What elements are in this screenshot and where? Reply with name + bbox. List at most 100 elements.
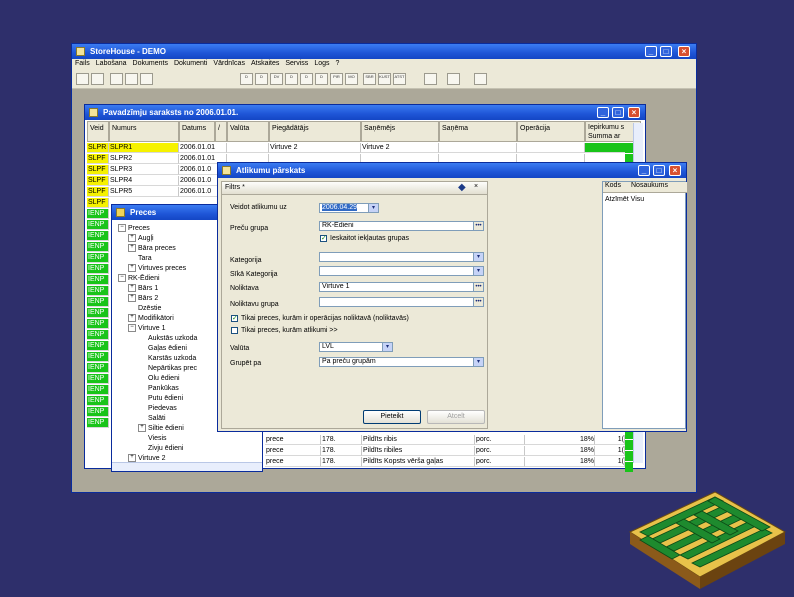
- row-type-cell[interactable]: IENP: [87, 341, 109, 351]
- tree-item[interactable]: Viesis: [138, 434, 167, 443]
- cancel-button[interactable]: Atcelt: [427, 410, 485, 424]
- row-type-cell[interactable]: IENP: [87, 231, 109, 241]
- close-button[interactable]: ×: [678, 46, 690, 57]
- toolbar-button-b[interactable]: [447, 73, 460, 85]
- row-type-cell[interactable]: IENP: [87, 308, 109, 318]
- item-cell[interactable]: Pildīts ribis: [362, 435, 475, 445]
- toolbar-button-1[interactable]: [76, 73, 89, 85]
- row-type-cell[interactable]: SLPF: [87, 198, 109, 208]
- item-cell[interactable]: 1(: [595, 446, 625, 456]
- list-maximize-button[interactable]: □: [612, 107, 624, 118]
- subcategory-field[interactable]: ▾: [319, 266, 484, 276]
- dialog-close-button[interactable]: ×: [669, 165, 681, 176]
- item-cell[interactable]: 1(: [595, 457, 625, 467]
- ellipsis-icon[interactable]: •••: [473, 283, 483, 291]
- tree-item[interactable]: Aukstās uzkoda: [138, 334, 197, 343]
- date-field[interactable]: 2006.04.29 ▾: [319, 203, 379, 213]
- row-type-cell[interactable]: IENP: [87, 220, 109, 230]
- toolbar-doc-button-d5[interactable]: D: [315, 73, 328, 85]
- table-cell[interactable]: SLPR5: [109, 187, 179, 197]
- row-type-cell[interactable]: IENP: [87, 275, 109, 285]
- col-header-veid[interactable]: Veid: [87, 121, 109, 142]
- row-type-cell[interactable]: IENP: [87, 286, 109, 296]
- tree-item[interactable]: Nepārtikas prec: [138, 364, 197, 373]
- toolbar-button-c[interactable]: [474, 73, 487, 85]
- main-title-bar[interactable]: StoreHouse - DEMO: [72, 44, 696, 59]
- tree-item[interactable]: Piedevas: [138, 404, 177, 413]
- tree-item[interactable]: Karstās uzkoda: [138, 354, 196, 363]
- col-header-sanema[interactable]: Saņēma: [439, 121, 517, 142]
- menu-item-help[interactable]: ?: [333, 59, 343, 67]
- table-cell[interactable]: [227, 143, 269, 153]
- tree-item[interactable]: Putu ēdieni: [138, 394, 183, 403]
- row-type-cell[interactable]: IENP: [87, 297, 109, 307]
- expand-icon[interactable]: +: [128, 294, 136, 303]
- expand-icon[interactable]: +: [128, 234, 136, 243]
- col-header-sort[interactable]: /: [215, 121, 227, 142]
- item-cell[interactable]: 178.: [321, 457, 362, 467]
- row-type-cell[interactable]: IENP: [87, 418, 109, 428]
- currency-field[interactable]: LVL ▾: [319, 342, 393, 352]
- toolbar-kust-button[interactable]: KUST: [378, 73, 391, 85]
- tree-item[interactable]: + Bārs 2: [128, 294, 158, 303]
- table-cell[interactable]: [517, 143, 585, 153]
- table-cell[interactable]: SLPR4: [109, 176, 179, 186]
- tree-item[interactable]: − Virtuve 1: [128, 324, 166, 333]
- filter-diamond-icon[interactable]: ◆: [458, 182, 466, 193]
- include-sub-checkbox[interactable]: ✓: [320, 235, 327, 242]
- maximize-button[interactable]: □: [660, 46, 672, 57]
- apply-button[interactable]: Pieteikt: [363, 410, 421, 424]
- menu-item-dokuments[interactable]: Dokuments: [130, 59, 171, 67]
- tree-item[interactable]: + Modifikātori: [128, 314, 174, 323]
- col-header-numurs[interactable]: Numurs: [109, 121, 179, 142]
- toolbar-doc-button-d2[interactable]: D: [255, 73, 268, 85]
- row-type-cell[interactable]: IENP: [87, 319, 109, 329]
- toolbar-doc-button-d3[interactable]: D: [285, 73, 298, 85]
- menu-item-atskaites[interactable]: Atskaites: [248, 59, 282, 67]
- table-cell[interactable]: 2006.01.01: [179, 143, 227, 153]
- tree-item[interactable]: Tara: [128, 254, 152, 263]
- item-cell[interactable]: Pildīts ribiles: [362, 446, 475, 456]
- tree-item[interactable]: + Siltie ēdieni: [138, 424, 184, 433]
- row-type-cell[interactable]: IENP: [87, 242, 109, 252]
- tree-item[interactable]: − Preces: [118, 224, 150, 233]
- menu-item-vardnicas[interactable]: Vārdnīcas: [210, 59, 248, 67]
- toolbar-doc-button-dv[interactable]: DV: [270, 73, 283, 85]
- row-type-cell[interactable]: IENP: [87, 352, 109, 362]
- collapse-icon[interactable]: −: [118, 224, 126, 233]
- menu-item-labosana[interactable]: Labošana: [93, 59, 130, 67]
- tree-item[interactable]: Gaļas ēdieni: [138, 344, 187, 353]
- table-cell[interactable]: SLPR2: [109, 154, 179, 164]
- filter-pin-icon[interactable]: ×: [474, 183, 478, 190]
- menu-item-serviss[interactable]: Serviss: [282, 59, 311, 67]
- item-cell[interactable]: porc.: [475, 446, 525, 456]
- col-header-datums[interactable]: Datums: [179, 121, 215, 142]
- row-type-cell[interactable]: SLPF: [87, 176, 109, 186]
- table-cell[interactable]: SLPR1: [109, 143, 179, 153]
- row-type-cell[interactable]: IENP: [87, 209, 109, 219]
- minimize-button[interactable]: _: [645, 46, 657, 57]
- item-cell[interactable]: prece: [265, 446, 321, 456]
- dialog-title-bar[interactable]: Atlikumu pārskats: [218, 163, 686, 178]
- tree-item[interactable]: + Bārs 1: [128, 284, 158, 293]
- wh-group-field[interactable]: •••: [319, 297, 484, 307]
- expand-icon[interactable]: +: [138, 424, 146, 433]
- menu-item-fails[interactable]: Fails: [72, 59, 93, 67]
- select-all-item[interactable]: Atzīmēt Visu: [605, 196, 644, 203]
- col-header-sanemejs[interactable]: Saņēmējs: [361, 121, 439, 142]
- row-type-cell[interactable]: SLPF: [87, 154, 109, 164]
- toolbar-button-5[interactable]: [140, 73, 153, 85]
- tree-item[interactable]: Dzēstie: [128, 304, 161, 313]
- ellipsis-icon[interactable]: •••: [473, 222, 483, 230]
- toolbar-doc-button-d4[interactable]: D: [300, 73, 313, 85]
- row-type-cell[interactable]: IENP: [87, 407, 109, 417]
- row-type-cell[interactable]: SLPF: [87, 165, 109, 175]
- dialog-maximize-button[interactable]: □: [653, 165, 665, 176]
- item-cell[interactable]: prece: [265, 435, 321, 445]
- table-cell[interactable]: Virtuve 2: [361, 143, 439, 153]
- item-cell[interactable]: 18%: [525, 446, 595, 456]
- row-type-cell[interactable]: IENP: [87, 396, 109, 406]
- table-cell[interactable]: [439, 143, 517, 153]
- tree-item[interactable]: Olu ēdieni: [138, 374, 180, 383]
- goods-hscrollbar[interactable]: [112, 462, 262, 471]
